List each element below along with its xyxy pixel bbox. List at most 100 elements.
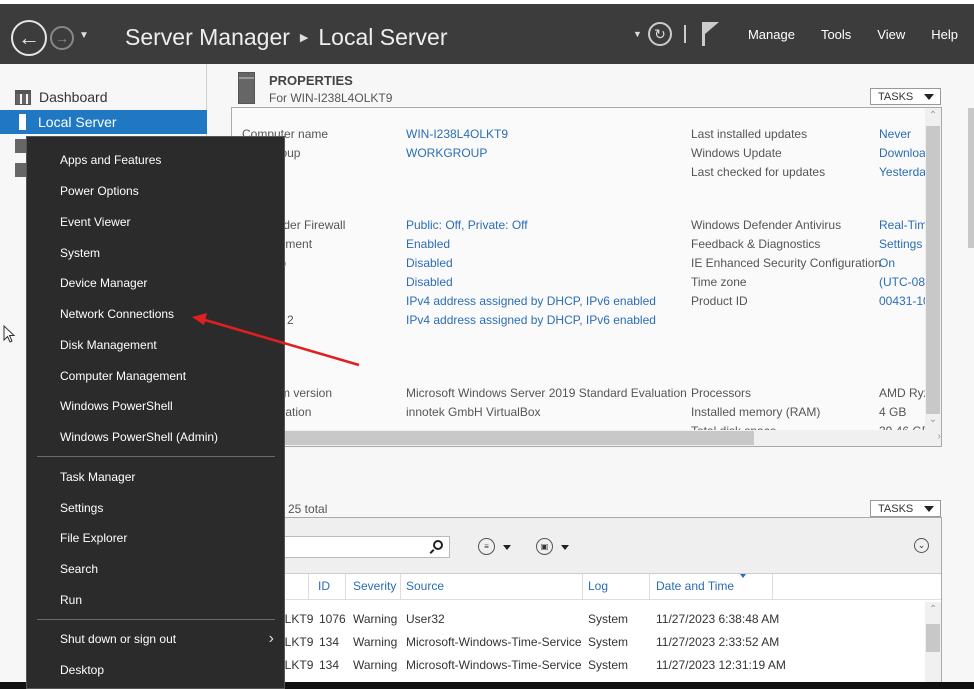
save-query-dropdown-icon[interactable]	[561, 545, 569, 550]
column-divider[interactable]	[649, 574, 650, 600]
column-log[interactable]: Log	[588, 579, 608, 600]
breadcrumb-app[interactable]: Server Manager	[125, 24, 290, 51]
menu-item-search[interactable]: Search	[27, 554, 284, 584]
table-row[interactable]: L4OLKT9 134 Warning Microsoft-Windows-Ti…	[232, 631, 922, 654]
prop-value-last-installed[interactable]: Never	[879, 127, 911, 141]
scroll-up-icon[interactable]: ⌃	[925, 110, 941, 121]
forward-button[interactable]: →	[50, 26, 74, 50]
refresh-button[interactable]: ↻	[647, 22, 672, 46]
cell-log: System	[588, 635, 629, 649]
prop-value-ie-esc[interactable]: On	[879, 256, 895, 270]
menu-item-system[interactable]: System	[27, 238, 284, 268]
properties-title: PROPERTIES	[269, 73, 353, 88]
cell-severity: Warning	[353, 635, 398, 649]
column-divider[interactable]	[582, 574, 583, 600]
save-query-button[interactable]: ▣	[536, 538, 553, 555]
history-dropdown[interactable]: ▼	[79, 30, 89, 41]
prop-value-computer-name[interactable]: WIN-I238L4OLKT9	[406, 127, 508, 141]
prop-label: Last checked for updates	[691, 165, 826, 179]
prop-value-antivirus[interactable]: Real-Tim	[879, 218, 927, 232]
menu-item-file-explorer[interactable]: File Explorer	[27, 523, 284, 553]
back-button[interactable]: ←	[11, 20, 47, 56]
notifications-flag-icon[interactable]	[701, 22, 720, 46]
scrollbar-thumb[interactable]	[926, 624, 940, 652]
prop-label: Product ID	[691, 294, 748, 308]
menu-item-task-manager[interactable]: Task Manager	[27, 462, 284, 492]
prop-value-processors: AMD Ryz	[879, 386, 930, 400]
prop-label: Last installed updates	[691, 127, 808, 141]
menu-item-apps-and-features[interactable]: Apps and Features	[27, 145, 284, 175]
prop-value-ethernet[interactable]: IPv4 address assigned by DHCP, IPv6 enab…	[406, 294, 656, 308]
prop-value-os-version: Microsoft Windows Server 2019 Standard E…	[406, 386, 687, 400]
menu-item-run[interactable]: Run	[27, 585, 284, 615]
column-divider[interactable]	[772, 574, 773, 600]
table-row[interactable]: L4OLKT9 1076 Warning User32 System 11/27…	[232, 608, 922, 631]
properties-tasks-button[interactable]: TASKS	[870, 88, 941, 105]
menu-item-network-connections[interactable]: Network Connections	[27, 299, 284, 329]
column-source[interactable]: Source	[406, 579, 444, 600]
prop-value-last-checked[interactable]: Yesterday	[879, 165, 932, 179]
menu-item-event-viewer[interactable]: Event Viewer	[27, 207, 284, 237]
chevron-down-icon	[924, 506, 934, 512]
cell-source: User32	[406, 612, 445, 626]
sidebar-item-dashboard[interactable]: Dashboard	[0, 85, 207, 109]
prop-value-remote-desktop[interactable]: Disabled	[406, 256, 453, 270]
scrollbar-thumb[interactable]	[926, 126, 940, 414]
properties-panel: Computer name WIN-I238L4OLKT9 Workgroup …	[231, 107, 942, 447]
menu-item-shut-down[interactable]: Shut down or sign out ›	[27, 624, 284, 654]
column-divider[interactable]	[308, 574, 309, 600]
prop-value-ethernet-2[interactable]: IPv4 address assigned by DHCP, IPv6 enab…	[406, 313, 656, 327]
menu-manage[interactable]: Manage	[748, 27, 795, 42]
cell-log: System	[588, 612, 629, 626]
prop-label: Time zone	[691, 275, 747, 289]
menu-help[interactable]: Help	[931, 27, 958, 42]
scroll-down-icon[interactable]: ⌄	[925, 414, 941, 425]
prop-value-workgroup[interactable]: WORKGROUP	[406, 146, 487, 160]
column-divider[interactable]	[400, 574, 401, 600]
search-icon[interactable]	[433, 540, 443, 550]
sort-descending-icon	[740, 574, 746, 578]
sidebar-item-local-server[interactable]: Local Server	[0, 110, 207, 134]
tasks-label: TASKS	[878, 502, 914, 515]
prop-value-product-id[interactable]: 00431-10	[879, 294, 930, 308]
prop-value-firewall[interactable]: Public: Off, Private: Off	[406, 218, 528, 232]
prop-label: Processors	[691, 386, 752, 400]
table-row[interactable]: L4OLKT9 134 Warning Microsoft-Windows-Ti…	[232, 654, 922, 677]
list-options-dropdown-icon[interactable]	[503, 545, 511, 550]
menu-view[interactable]: View	[877, 27, 905, 42]
properties-vertical-scrollbar[interactable]: ⌃ ⌄	[925, 108, 941, 431]
menu-item-device-manager[interactable]: Device Manager	[27, 268, 284, 298]
column-date-time[interactable]: Date and Time	[656, 579, 734, 600]
scrollbar-thumb[interactable]	[232, 431, 754, 445]
refresh-dropdown[interactable]: ▼	[633, 29, 642, 39]
prop-value-remote-management[interactable]: Enabled	[406, 237, 450, 251]
menu-item-power-options[interactable]: Power Options	[27, 176, 284, 206]
prop-value-nic-teaming[interactable]: Disabled	[406, 275, 453, 289]
prop-value-feedback[interactable]: Settings	[879, 237, 922, 251]
scroll-right-icon[interactable]: ›	[938, 431, 941, 442]
properties-horizontal-scrollbar[interactable]: ›	[232, 430, 941, 446]
prop-value-windows-update[interactable]: Downloa	[879, 146, 926, 160]
menu-item-disk-management[interactable]: Disk Management	[27, 330, 284, 360]
menu-item-settings[interactable]: Settings	[27, 493, 284, 523]
expand-filter-button[interactable]: ⌄	[914, 538, 929, 553]
events-tasks-button[interactable]: TASKS	[870, 500, 941, 517]
prop-label: 2	[287, 313, 294, 327]
scroll-up-icon[interactable]: ⌃	[929, 604, 937, 615]
menu-item-computer-management[interactable]: Computer Management	[27, 361, 284, 391]
menu-item-desktop[interactable]: Desktop	[27, 655, 284, 685]
properties-subtitle: For WIN-I238L4OLKT9	[269, 91, 393, 105]
menu-item-windows-powershell[interactable]: Windows PowerShell	[27, 391, 284, 421]
list-options-button[interactable]: ≡	[478, 538, 495, 555]
page-vertical-scrollbar[interactable]	[968, 108, 974, 248]
events-filter-bar: ≡ ▣ ⌄	[232, 518, 941, 574]
events-vertical-scrollbar[interactable]: ⌃	[925, 602, 941, 688]
breadcrumb-separator-icon: ▶	[299, 32, 309, 44]
chevron-down-icon	[924, 94, 934, 100]
column-id[interactable]: ID	[318, 579, 330, 600]
column-severity[interactable]: Severity	[353, 579, 396, 600]
list-icon: ≡	[484, 542, 489, 551]
menu-item-windows-powershell-admin[interactable]: Windows PowerShell (Admin)	[27, 422, 284, 452]
column-divider[interactable]	[345, 574, 346, 600]
menu-tools[interactable]: Tools	[821, 27, 851, 42]
